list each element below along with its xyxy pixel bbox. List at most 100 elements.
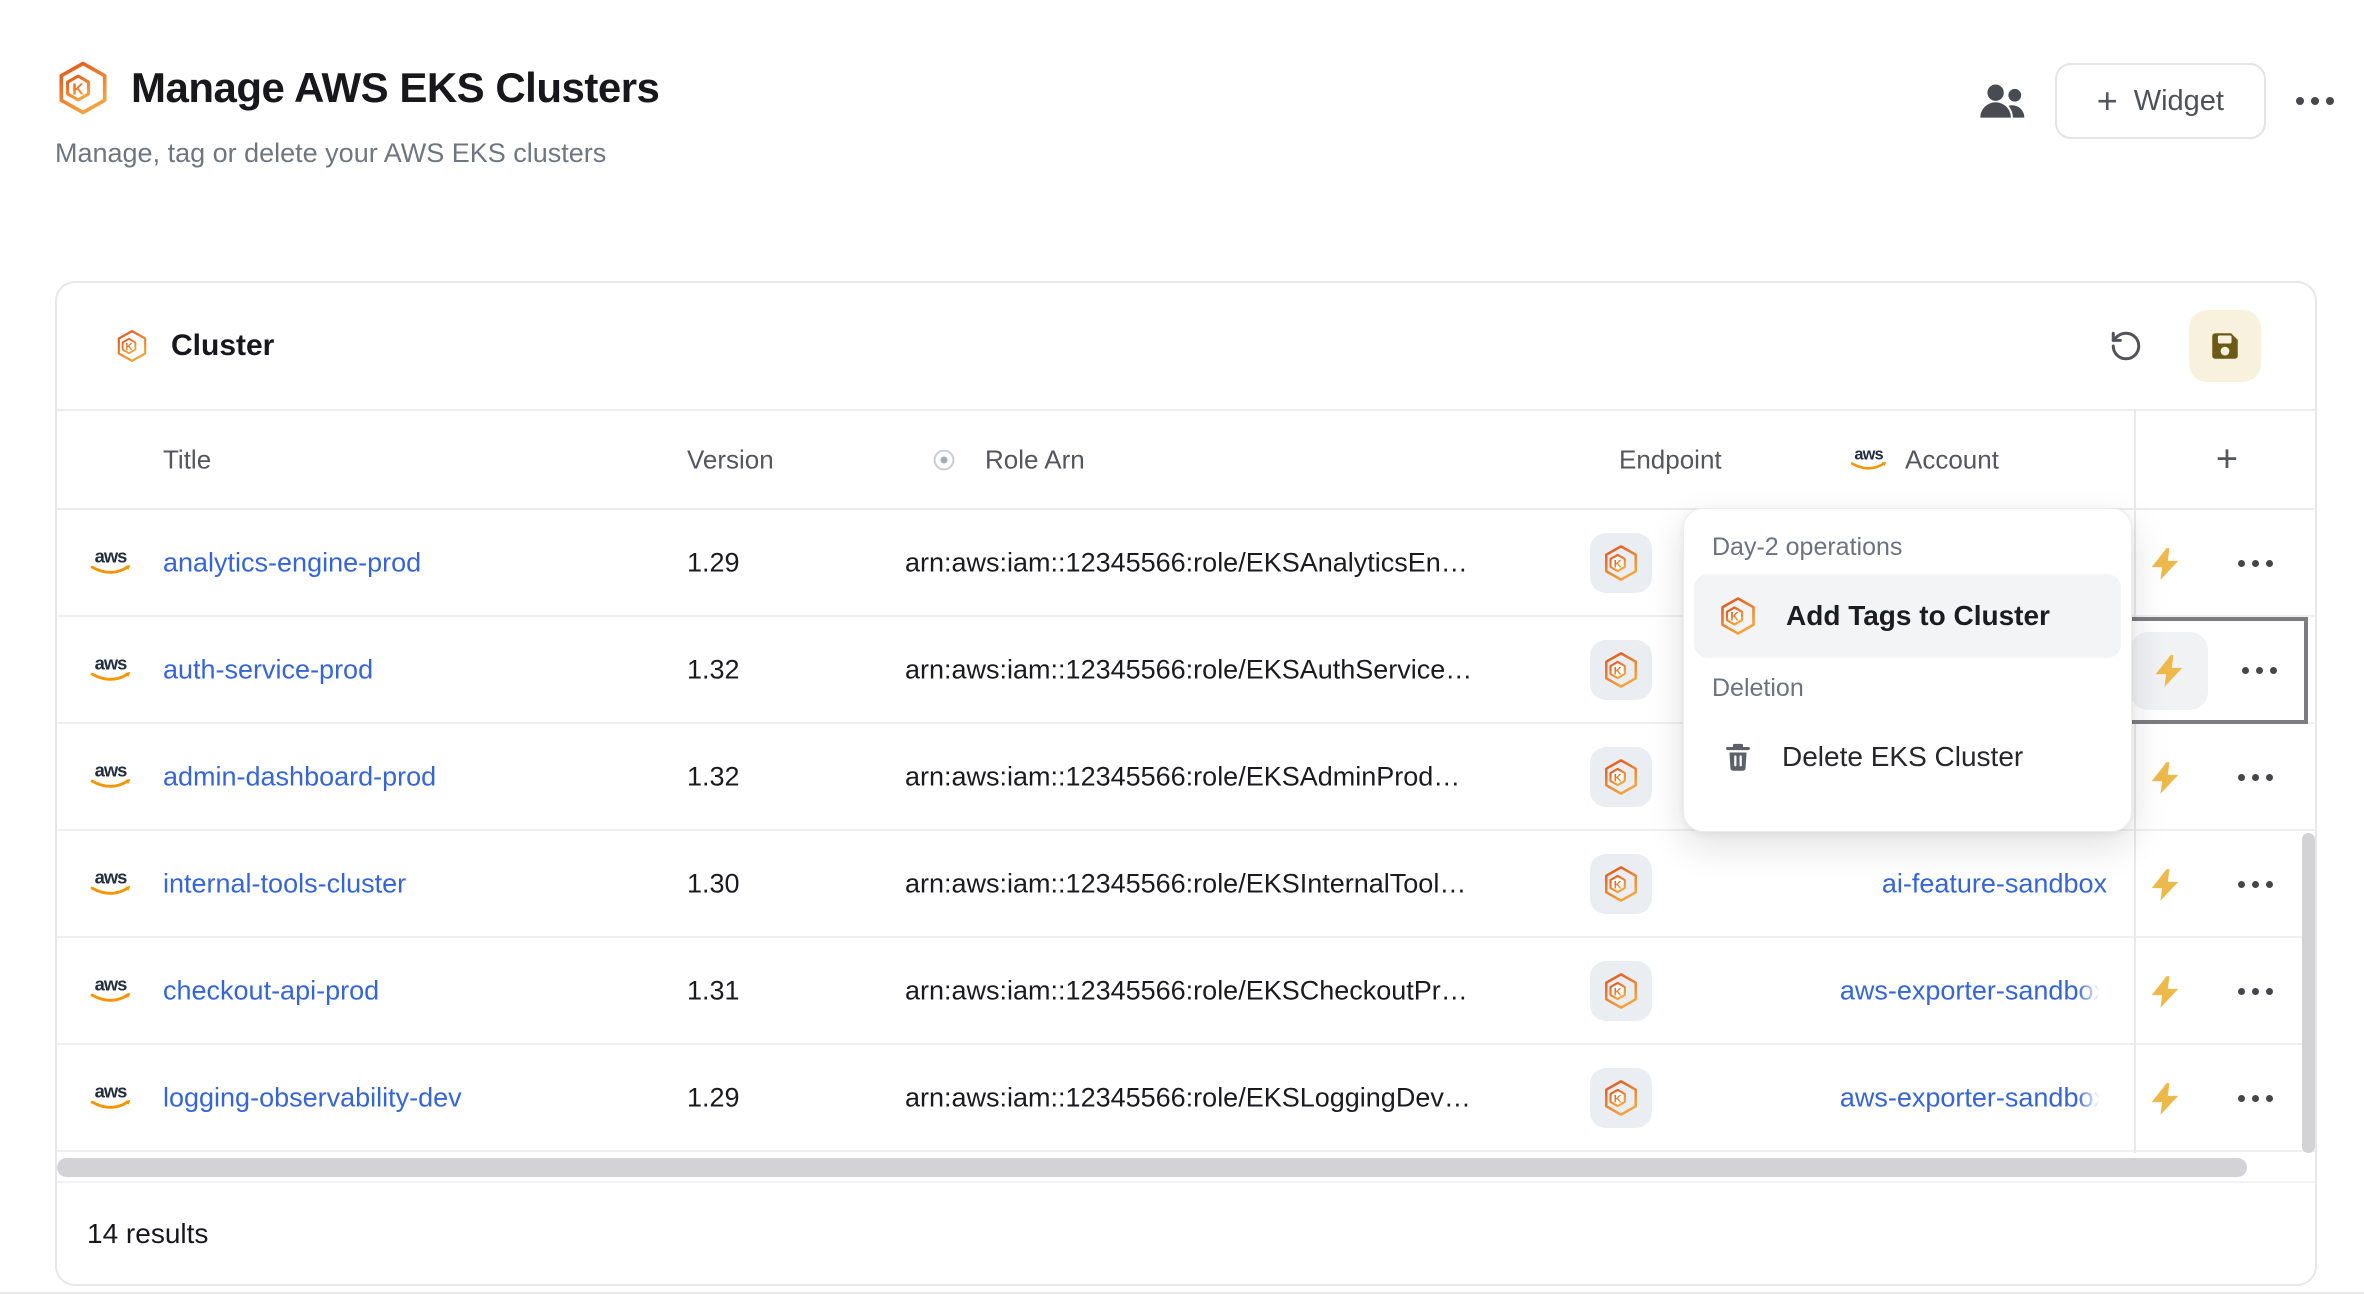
lightning-icon bbox=[2146, 1080, 2184, 1118]
endpoint-entity-pill[interactable]: K bbox=[1590, 747, 1652, 807]
table-row: aws logging-observability-dev 1.29 arn:a… bbox=[57, 1045, 2315, 1152]
svg-text:K: K bbox=[1614, 665, 1622, 677]
cluster-version: 1.29 bbox=[687, 547, 740, 578]
aws-logo-icon: aws bbox=[87, 546, 135, 580]
add-widget-button[interactable]: + Widget bbox=[2055, 63, 2266, 139]
cluster-title-link[interactable]: auth-service-prod bbox=[163, 654, 373, 685]
column-header-version[interactable]: Version bbox=[687, 444, 774, 475]
column-header-role-arn[interactable]: Role Arn bbox=[985, 444, 1085, 475]
menu-item-add-tags[interactable]: K Add Tags to Cluster bbox=[1694, 574, 2121, 658]
row-menu-button[interactable] bbox=[2238, 988, 2273, 995]
aws-logo-icon: aws bbox=[1847, 445, 1891, 475]
aws-logo-icon: aws bbox=[87, 974, 135, 1008]
table-row: aws checkout-api-prod 1.31 arn:aws:iam::… bbox=[57, 938, 2315, 1045]
page-subtitle: Manage, tag or delete your AWS EKS clust… bbox=[55, 138, 659, 169]
lightning-icon bbox=[2146, 973, 2184, 1011]
svg-text:K: K bbox=[72, 80, 84, 98]
row-menu-button[interactable] bbox=[2242, 667, 2277, 674]
menu-section-label: Deletion bbox=[1694, 668, 2121, 715]
aws-logo-icon: aws bbox=[87, 1081, 135, 1115]
cluster-title-link[interactable]: admin-dashboard-prod bbox=[163, 761, 436, 792]
eks-icon: K bbox=[55, 60, 111, 116]
column-header-endpoint[interactable]: Endpoint bbox=[1619, 444, 1722, 475]
lightning-icon bbox=[2150, 652, 2188, 690]
svg-text:K: K bbox=[1614, 986, 1622, 998]
add-widget-label: Widget bbox=[2134, 85, 2224, 118]
row-menu-button[interactable] bbox=[2238, 560, 2273, 567]
svg-text:K: K bbox=[1614, 1093, 1622, 1105]
table-row: aws internal-tools-cluster 1.30 arn:aws:… bbox=[57, 831, 2315, 938]
aws-logo-icon: aws bbox=[87, 867, 135, 901]
eks-icon: K bbox=[1602, 651, 1640, 689]
undo-icon[interactable] bbox=[2109, 329, 2143, 363]
cluster-version: 1.32 bbox=[687, 654, 740, 685]
page-menu-button[interactable] bbox=[2296, 97, 2334, 105]
svg-text:aws: aws bbox=[95, 867, 127, 887]
menu-item-label: Add Tags to Cluster bbox=[1786, 600, 2050, 632]
column-header-title[interactable]: Title bbox=[163, 444, 211, 475]
svg-text:K: K bbox=[1730, 612, 1739, 624]
row-actions-cell bbox=[2100, 831, 2308, 938]
account-cell: aws-exporter-sandbox bbox=[1677, 1082, 2107, 1113]
run-action-button[interactable] bbox=[2126, 739, 2204, 817]
row-menu-button[interactable] bbox=[2238, 1095, 2273, 1102]
menu-item-delete-cluster[interactable]: Delete EKS Cluster bbox=[1694, 715, 2121, 799]
page-title: Manage AWS EKS Clusters bbox=[131, 64, 659, 112]
account-link[interactable]: aws-exporter-sandbox bbox=[1840, 1082, 2107, 1113]
svg-text:K: K bbox=[1614, 879, 1622, 891]
endpoint-entity-pill[interactable]: K bbox=[1590, 640, 1652, 700]
column-header-account[interactable]: Account bbox=[1905, 444, 1999, 475]
account-cell: ai-feature-sandbox bbox=[1677, 868, 2107, 899]
svg-text:aws: aws bbox=[1854, 445, 1883, 463]
cluster-title-link[interactable]: logging-observability-dev bbox=[163, 1082, 462, 1113]
widget-footer: 14 results bbox=[57, 1181, 2315, 1284]
cluster-role-arn: arn:aws:iam::12345566:role/EKSAdminProd… bbox=[905, 761, 1460, 792]
svg-text:aws: aws bbox=[95, 760, 127, 780]
row-context-menu: Day-2 operations K Add Tags to Cluster D… bbox=[1683, 508, 2132, 832]
run-action-button[interactable] bbox=[2126, 846, 2204, 924]
svg-text:aws: aws bbox=[95, 546, 127, 566]
endpoint-entity-pill[interactable]: K bbox=[1590, 1068, 1652, 1128]
run-action-button[interactable] bbox=[2126, 1060, 2204, 1138]
cluster-title-link[interactable]: analytics-engine-prod bbox=[163, 547, 421, 578]
eks-icon: K bbox=[1602, 544, 1640, 582]
run-action-button[interactable] bbox=[2126, 525, 2204, 603]
cluster-role-arn: arn:aws:iam::12345566:role/EKSAnalyticsE… bbox=[905, 547, 1468, 578]
eks-icon: K bbox=[1602, 758, 1640, 796]
cluster-role-arn: arn:aws:iam::12345566:role/EKSInternalTo… bbox=[905, 868, 1466, 899]
header-controls: + Widget bbox=[1979, 62, 2334, 140]
eks-icon: K bbox=[1718, 596, 1758, 636]
table-header: Title Version Role Arn Endpoint aws Acco… bbox=[57, 409, 2315, 510]
run-action-button[interactable] bbox=[2130, 632, 2208, 710]
users-icon[interactable] bbox=[1979, 81, 2025, 121]
svg-text:aws: aws bbox=[95, 1081, 127, 1101]
account-link[interactable]: ai-feature-sandbox bbox=[1882, 868, 2107, 899]
row-menu-button[interactable] bbox=[2238, 881, 2273, 888]
lightning-icon bbox=[2146, 545, 2184, 583]
vertical-scrollbar-thumb[interactable] bbox=[2302, 833, 2315, 1153]
menu-item-label: Delete EKS Cluster bbox=[1782, 741, 2023, 773]
eks-icon: K bbox=[1602, 865, 1640, 903]
endpoint-entity-pill[interactable]: K bbox=[1590, 961, 1652, 1021]
endpoint-entity-pill[interactable]: K bbox=[1590, 533, 1652, 593]
row-actions-cell bbox=[2100, 1045, 2308, 1152]
aws-logo-icon: aws bbox=[87, 760, 135, 794]
eks-icon: K bbox=[1602, 1079, 1640, 1117]
cluster-title-link[interactable]: internal-tools-cluster bbox=[163, 868, 406, 899]
cluster-version: 1.32 bbox=[687, 761, 740, 792]
row-menu-button[interactable] bbox=[2238, 774, 2273, 781]
run-action-button[interactable] bbox=[2126, 953, 2204, 1031]
svg-text:aws: aws bbox=[95, 974, 127, 994]
account-cell: aws-exporter-sandbox bbox=[1677, 975, 2107, 1006]
cluster-role-arn: arn:aws:iam::12345566:role/EKSCheckoutPr… bbox=[905, 975, 1468, 1006]
save-button[interactable] bbox=[2189, 310, 2261, 382]
account-link[interactable]: aws-exporter-sandbox bbox=[1840, 975, 2107, 1006]
page-section-divider bbox=[0, 1292, 2364, 1294]
cluster-role-arn: arn:aws:iam::12345566:role/EKSAuthServic… bbox=[905, 654, 1472, 685]
add-column-button[interactable]: + bbox=[2187, 438, 2267, 481]
lightning-icon bbox=[2146, 866, 2184, 904]
cluster-title-link[interactable]: checkout-api-prod bbox=[163, 975, 379, 1006]
cluster-role-arn: arn:aws:iam::12345566:role/EKSLoggingDev… bbox=[905, 1082, 1471, 1113]
endpoint-entity-pill[interactable]: K bbox=[1590, 854, 1652, 914]
horizontal-scrollbar-thumb[interactable] bbox=[57, 1158, 2247, 1177]
